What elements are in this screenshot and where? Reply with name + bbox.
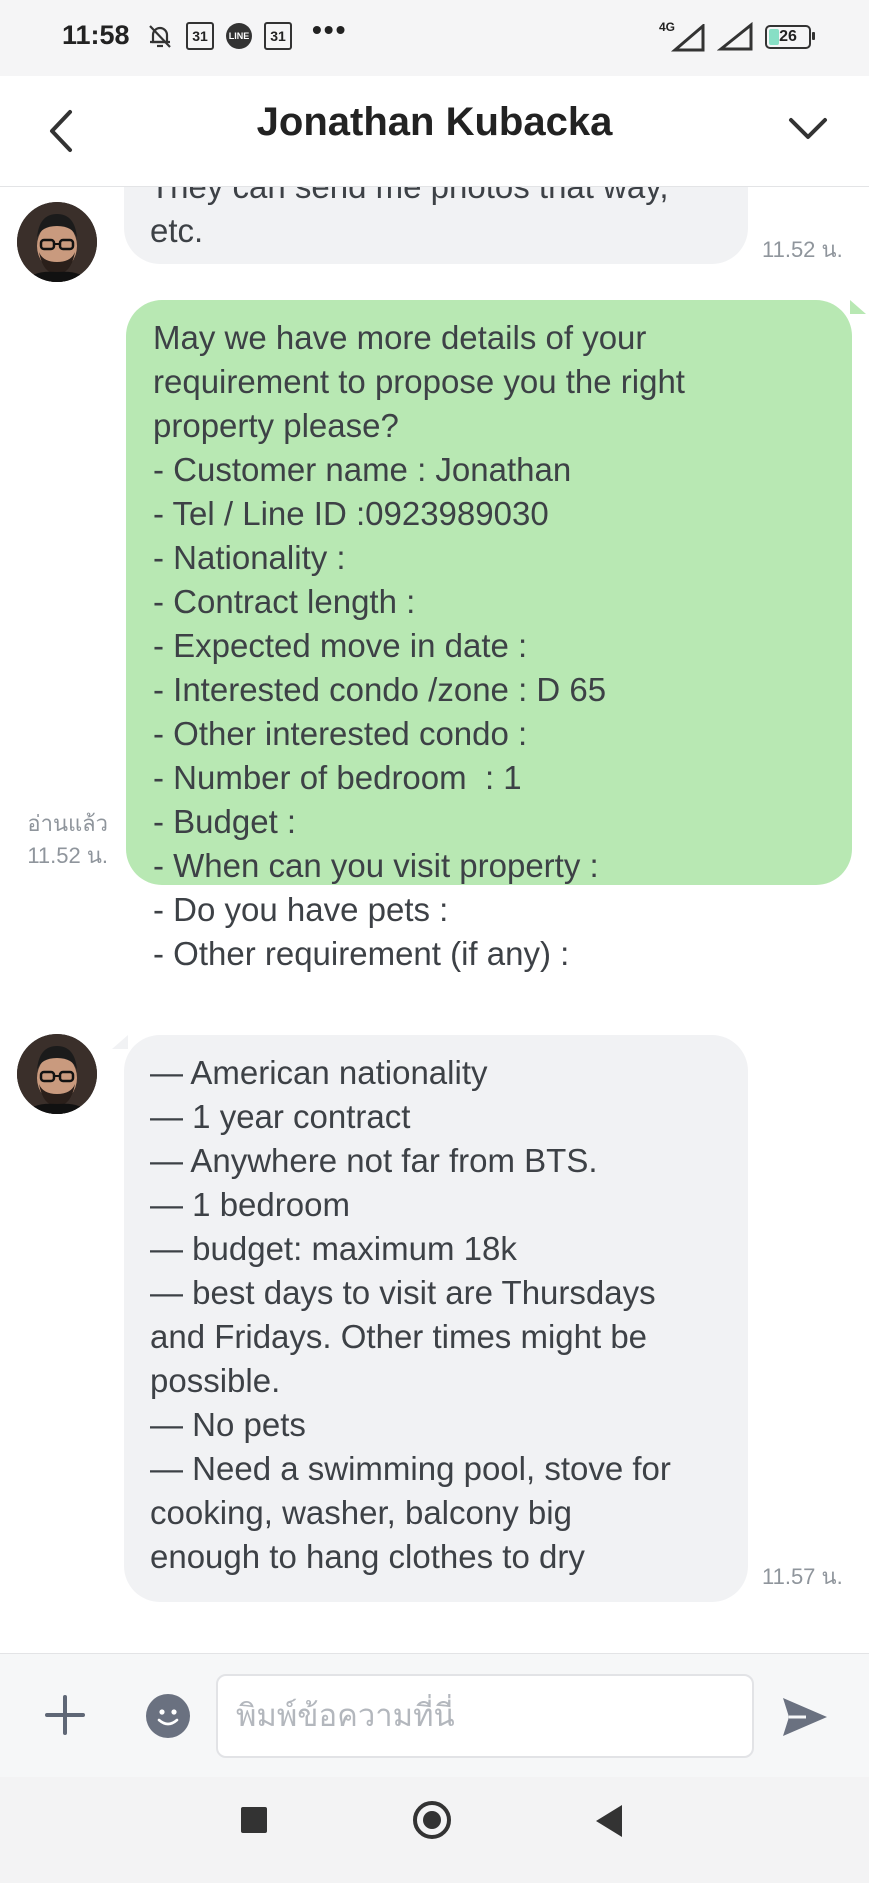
bubble-tail — [850, 300, 866, 314]
calendar-icon: 31 — [186, 22, 214, 50]
message-bubble-incoming[interactable]: They can send me photos that way, etc. — [124, 187, 748, 264]
message-bubble-outgoing[interactable]: May we have more details of your require… — [126, 300, 852, 972]
message-bubble-incoming[interactable]: — American nationality — 1 year contract… — [124, 1035, 748, 1602]
battery-icon: 26 — [765, 25, 815, 49]
message-time: 11.57 น. — [762, 1564, 843, 1589]
avatar[interactable] — [17, 1034, 97, 1114]
line-app-icon: LINE — [226, 23, 252, 49]
calendar-icon: 31 — [264, 22, 292, 50]
message-time: 11.52 น. — [762, 237, 843, 262]
battery-fill — [769, 29, 779, 45]
more-notifications-icon: ••• — [312, 14, 348, 45]
smiley-icon[interactable] — [146, 1694, 190, 1738]
signal-icon: 4G — [659, 20, 707, 52]
contact-avatar-icon — [17, 202, 97, 282]
message-time: 11.52 น. — [27, 843, 108, 868]
chevron-down-icon[interactable] — [785, 106, 831, 152]
circle-icon[interactable] — [413, 1801, 451, 1839]
send-icon[interactable] — [780, 1694, 830, 1740]
message-input-bar — [0, 1653, 869, 1778]
square-icon[interactable] — [241, 1807, 267, 1833]
notification-icons: 31 LINE 31 ••• — [146, 14, 347, 50]
system-icons: 4G 26 — [659, 20, 815, 52]
message-input-field[interactable] — [216, 1674, 754, 1758]
contact-avatar-icon — [17, 1034, 97, 1114]
chat-header: Jonathan Kubacka — [0, 76, 869, 187]
message-list[interactable]: They can send me photos that way, etc. 1… — [0, 187, 869, 1653]
triangle-back-icon[interactable] — [596, 1805, 622, 1837]
muted-bell-icon — [149, 25, 171, 48]
plus-icon[interactable] — [44, 1694, 86, 1736]
chat-title[interactable]: Jonathan Kubacka — [0, 100, 869, 145]
system-nav-bar — [0, 1777, 869, 1883]
status-bar: 11:58 31 LINE 31 ••• 4G 26 — [0, 0, 869, 76]
message-input[interactable] — [218, 1676, 752, 1756]
battery-level: 26 — [779, 28, 797, 45]
bubble-tail — [112, 1035, 128, 1049]
signal-icon — [717, 22, 753, 51]
avatar[interactable] — [17, 202, 97, 282]
read-status: อ่านแล้ว — [27, 811, 108, 836]
status-time: 11:58 — [62, 20, 130, 50]
